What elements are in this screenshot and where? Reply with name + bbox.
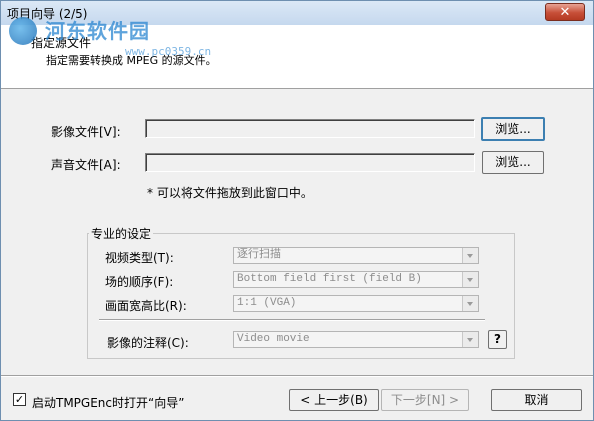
chevron-down-icon [462,272,478,287]
footer-divider [1,375,593,377]
watermark-text: 河东软件园 [45,19,150,43]
comment-help-button[interactable]: ? [488,330,507,349]
video-browse-button[interactable]: 浏览... [481,117,545,141]
aspect-ratio-label: 画面宽高比(R): [105,299,187,313]
video-file-label: 影像文件[V]: [51,125,121,139]
aspect-ratio-value: 1:1 (VGA) [237,297,297,309]
wizard-window: 项目向导 (2/5) ✕ 指定源文件 指定需要转换成 MPEG 的源文件。 河东… [0,0,594,421]
startup-wizard-label: 启动TMPGEnc时打开“向导” [32,396,185,410]
chevron-down-icon [462,296,478,311]
cancel-button[interactable]: 取消 [491,389,582,411]
video-comment-select[interactable]: Video movie [233,331,479,348]
advanced-settings-legend: 专业的设定 [89,225,154,242]
chevron-down-icon [462,248,478,263]
video-file-input[interactable] [145,119,475,138]
drag-hint: * 可以将文件拖放到此窗口中。 [147,186,313,200]
audio-file-label: 声音文件[A]: [51,158,121,172]
group-divider [99,319,485,321]
video-type-label: 视频类型(T): [105,251,174,265]
field-order-value: Bottom field first (field B) [237,273,422,285]
watermark: 河东软件园 www.pc0359.cn [9,15,212,61]
close-button[interactable]: ✕ [545,3,585,21]
video-type-value: 逐行扫描 [237,249,281,261]
back-button[interactable]: < 上一步(B) [289,389,379,411]
audio-file-input[interactable] [145,153,475,172]
video-comment-value: Video movie [237,333,310,345]
field-order-select[interactable]: Bottom field first (field B) [233,271,479,288]
chevron-down-icon [462,332,478,347]
next-button[interactable]: 下一步[N] > [381,389,469,411]
video-type-select[interactable]: 逐行扫描 [233,247,479,264]
audio-browse-button[interactable]: 浏览... [482,151,544,174]
field-order-label: 场的顺序(F): [105,275,174,289]
watermark-logo-icon [9,17,37,45]
video-comment-label: 影像的注释(C): [107,336,189,350]
startup-wizard-checkbox[interactable]: ✓ [13,393,26,406]
aspect-ratio-select[interactable]: 1:1 (VGA) [233,295,479,312]
watermark-url: www.pc0359.cn [125,45,212,58]
